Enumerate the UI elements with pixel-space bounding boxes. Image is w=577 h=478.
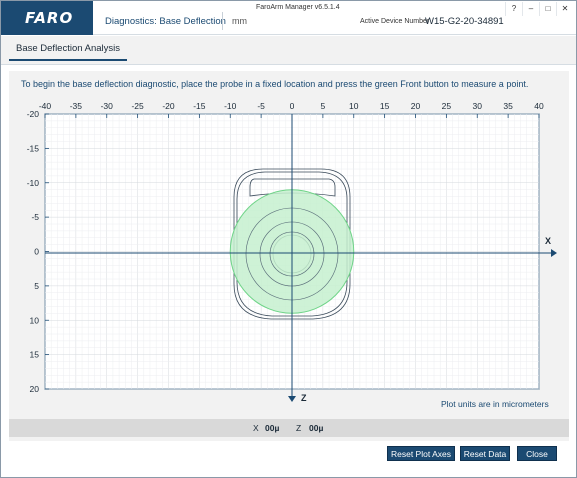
close-window-button[interactable]: ✕ bbox=[556, 2, 573, 16]
x-tick-label: -15 bbox=[193, 101, 206, 111]
x-tick-label: -35 bbox=[70, 101, 83, 111]
readout-x-label: X bbox=[253, 423, 259, 433]
tab-bar: Base Deflection Analysis bbox=[1, 36, 576, 65]
instructions-text: To begin the base deflection diagnostic,… bbox=[21, 79, 529, 89]
reset-data-button[interactable]: Reset Data bbox=[460, 446, 510, 461]
app-title: FaroArm Manager v6.5.1.4 bbox=[256, 4, 340, 11]
faro-logo: FARO bbox=[1, 1, 93, 35]
z-axis-arrow-icon bbox=[288, 396, 296, 402]
help-button[interactable]: ? bbox=[505, 2, 522, 16]
x-axis-label: X bbox=[545, 236, 551, 246]
readout-x-value: 00µ bbox=[265, 423, 280, 433]
x-tick-label: 10 bbox=[349, 101, 359, 111]
x-tick-label: 40 bbox=[534, 101, 544, 111]
device-number: W15-G2-20-34891 bbox=[425, 16, 504, 27]
deflection-plot[interactable]: -40 -35 -30 -25 -20 -15 -10 -5 0 5 10 15 20 25 30 35 40 … bbox=[13, 96, 565, 414]
x-tick-label: -40 bbox=[39, 101, 52, 111]
z-axis-label: Z bbox=[301, 393, 307, 403]
close-button[interactable]: Close bbox=[517, 446, 557, 461]
x-axis-arrow-icon bbox=[551, 249, 557, 257]
y-tick-label: -20 bbox=[27, 109, 40, 119]
units-label: mm bbox=[232, 16, 247, 26]
x-tick-label: 30 bbox=[473, 101, 483, 111]
x-tick-label: -25 bbox=[131, 101, 144, 111]
plot-units-note: Plot units are in micrometers bbox=[441, 399, 549, 409]
y-tick-label: -10 bbox=[27, 178, 40, 188]
active-device-label: Active Device Number bbox=[360, 18, 430, 25]
y-tick-label: -15 bbox=[27, 143, 40, 153]
readout-z-label: Z bbox=[296, 423, 302, 433]
y-tick-label: -5 bbox=[31, 212, 39, 222]
x-tick-label: 5 bbox=[321, 101, 326, 111]
x-tick-label: -30 bbox=[101, 101, 114, 111]
x-tick-label: -5 bbox=[257, 101, 265, 111]
y-tick-label: 15 bbox=[30, 350, 40, 360]
title-bar: FARO FaroArm Manager v6.5.1.4 Diagnostic… bbox=[1, 1, 576, 35]
app-window: FARO FaroArm Manager v6.5.1.4 Diagnostic… bbox=[0, 0, 577, 478]
x-tick-label: 15 bbox=[380, 101, 390, 111]
y-tick-label: 20 bbox=[30, 384, 40, 394]
y-tick-label: 0 bbox=[34, 247, 39, 257]
x-tick-label: 25 bbox=[442, 101, 452, 111]
title-divider bbox=[222, 12, 223, 30]
minimize-button[interactable]: – bbox=[522, 2, 539, 16]
y-tick-label: 5 bbox=[34, 281, 39, 291]
x-tick-label: 35 bbox=[503, 101, 513, 111]
x-tick-label: -10 bbox=[224, 101, 237, 111]
reset-plot-axes-button[interactable]: Reset Plot Axes bbox=[387, 446, 455, 461]
x-tick-label: 20 bbox=[411, 101, 421, 111]
x-tick-label: -20 bbox=[162, 101, 175, 111]
tab-base-deflection-analysis[interactable]: Base Deflection Analysis bbox=[9, 41, 128, 61]
y-tick-label: 10 bbox=[30, 315, 40, 325]
coordinate-readout: X 00µ Z 00µ bbox=[9, 419, 569, 437]
page-title: Diagnostics: Base Deflection bbox=[105, 16, 226, 27]
readout-z-value: 00µ bbox=[309, 423, 324, 433]
maximize-button[interactable]: □ bbox=[539, 2, 556, 16]
x-tick-label: 0 bbox=[290, 101, 295, 111]
